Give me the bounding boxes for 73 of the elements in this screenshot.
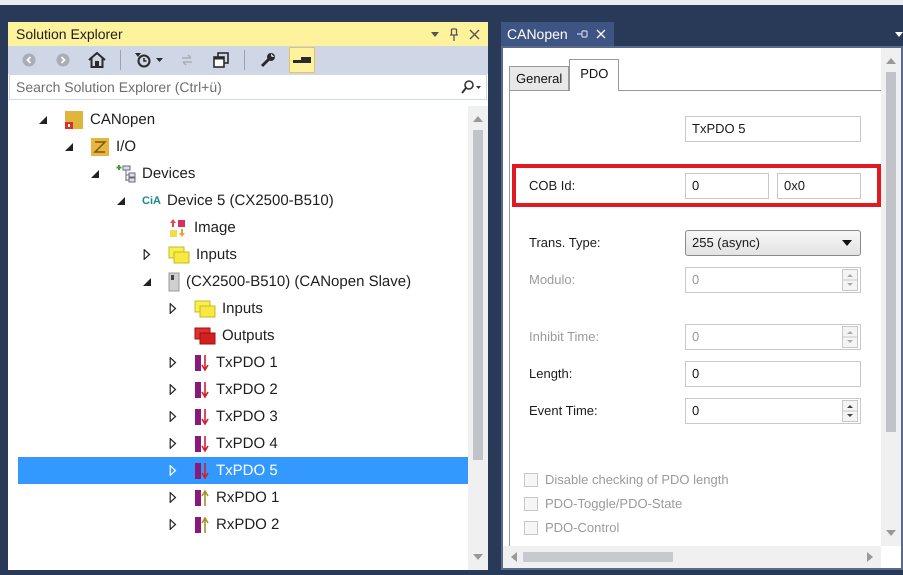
image-icon xyxy=(168,218,188,238)
tree-item[interactable]: TxPDO 3 xyxy=(18,403,468,430)
collapse-arrow-icon[interactable] xyxy=(38,116,48,124)
pdo-down-arrow-icon xyxy=(194,460,210,480)
search-icon[interactable] xyxy=(461,80,481,94)
home-icon[interactable] xyxy=(88,52,106,68)
device-tree-icon xyxy=(116,164,136,184)
field-label: Inhibit Time: xyxy=(529,329,600,344)
collapse-arrow-icon[interactable] xyxy=(116,196,126,204)
windows-icon[interactable] xyxy=(213,52,229,68)
dropdown-icon[interactable] xyxy=(156,58,163,62)
dropdown-icon[interactable] xyxy=(895,32,903,36)
tree-item[interactable]: Devices xyxy=(18,160,468,187)
pdo-down-arrow-icon xyxy=(194,352,210,372)
expand-arrow-icon[interactable] xyxy=(168,438,178,449)
search-field[interactable]: Search Solution Explorer (Ctrl+ü) xyxy=(9,74,487,100)
inputs-icon xyxy=(168,246,190,264)
field-label: COB Id: xyxy=(529,178,576,193)
number-field[interactable]: 0 xyxy=(685,398,861,424)
dropdown-arrow-icon xyxy=(842,240,852,246)
inputs-icon xyxy=(194,300,216,318)
tree-item[interactable]: CANopen xyxy=(18,106,468,133)
tree-item[interactable]: RxPDO 1 xyxy=(18,484,468,511)
panel-title: Solution Explorer xyxy=(16,26,124,42)
tree-item[interactable]: TxPDO 1 xyxy=(18,349,468,376)
tree-item[interactable]: TxPDO 2 xyxy=(18,376,468,403)
text-field[interactable]: 0x0 xyxy=(777,172,861,198)
expand-arrow-icon[interactable] xyxy=(142,249,152,260)
io-icon xyxy=(90,136,110,156)
tree-item[interactable]: Image xyxy=(18,214,468,241)
terminal-icon xyxy=(168,272,180,292)
collapse-arrow-icon[interactable] xyxy=(64,142,74,150)
field-label: Length: xyxy=(529,366,574,381)
tree-item[interactable]: RxPDO 2 xyxy=(18,511,468,538)
pdo-up-arrow-icon xyxy=(194,488,210,508)
text-field[interactable]: 0 xyxy=(685,172,769,198)
tree-item[interactable]: Inputs xyxy=(18,295,468,322)
collapse-arrow-icon[interactable] xyxy=(142,278,152,286)
close-icon[interactable] xyxy=(469,28,480,40)
outputs-icon xyxy=(194,326,216,344)
pdo-up-arrow-icon xyxy=(194,514,210,534)
expand-arrow-icon[interactable] xyxy=(168,303,178,314)
field-label: Modulo: xyxy=(529,272,576,287)
dropdown-field[interactable]: 255 (async) xyxy=(685,230,861,256)
collapse-arrow-icon[interactable] xyxy=(90,170,100,178)
field-label: Event Time: xyxy=(529,403,599,418)
spinner-arrows-icon[interactable] xyxy=(842,400,858,422)
preview-icon[interactable] xyxy=(293,56,311,64)
tab[interactable]: General xyxy=(509,66,570,90)
expand-arrow-icon[interactable] xyxy=(168,411,178,422)
pdo-down-arrow-icon xyxy=(194,380,210,400)
text-field[interactable]: 0 xyxy=(685,360,861,386)
tree-item[interactable]: Outputs xyxy=(18,322,468,349)
text-field[interactable]: TxPDO 5 xyxy=(685,116,861,142)
expand-arrow-icon[interactable] xyxy=(168,357,178,368)
tab[interactable]: PDO xyxy=(569,59,620,91)
expand-arrow-icon[interactable] xyxy=(168,519,178,530)
expand-arrow-icon[interactable] xyxy=(168,384,178,395)
tree-item[interactable]: CiA Device 5 (CX2500-B510) xyxy=(18,187,468,214)
tree-item[interactable]: (CX2500-B510) (CANopen Slave) xyxy=(18,268,468,295)
tree-item[interactable]: TxPDO 4 xyxy=(18,430,468,457)
tree-item[interactable]: I/O xyxy=(18,133,468,160)
tree-item[interactable]: Inputs xyxy=(18,241,468,268)
pdo-down-arrow-icon xyxy=(194,434,210,454)
clock-icon[interactable] xyxy=(134,52,152,68)
expand-arrow-icon[interactable] xyxy=(168,492,178,503)
project-icon xyxy=(64,110,84,130)
wrench-icon[interactable] xyxy=(260,52,276,68)
pin-icon[interactable] xyxy=(449,28,459,40)
field-label: Trans. Type: xyxy=(529,235,602,250)
cia-logo: CiA xyxy=(142,194,161,206)
pdo-down-arrow-icon xyxy=(194,406,210,426)
dropdown-icon[interactable] xyxy=(431,32,439,36)
